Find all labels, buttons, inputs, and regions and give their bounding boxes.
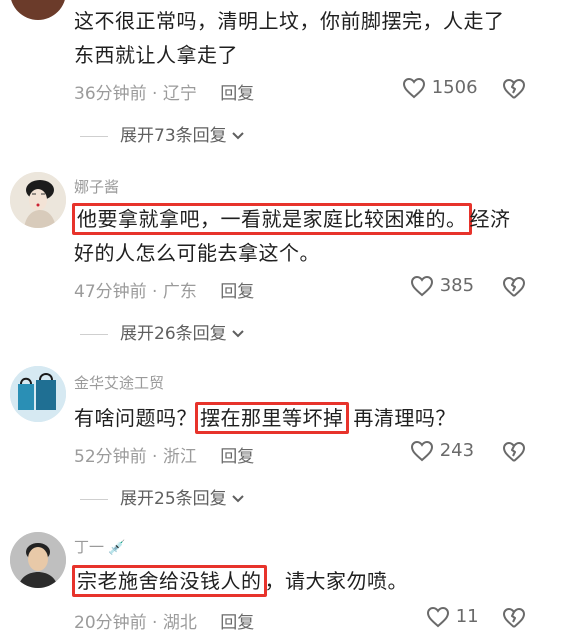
location: 湖北 — [162, 613, 197, 633]
like-button[interactable]: 1506 — [402, 77, 478, 99]
comment-text-line: 东西就让人拿走了 — [74, 43, 238, 67]
timestamp: 36分钟前 — [74, 84, 147, 104]
broken-heart-icon — [503, 79, 525, 99]
heart-icon — [410, 440, 434, 462]
username[interactable]: 娜子酱 — [74, 176, 119, 197]
comment-text-segment: ，请大家勿喷。 — [264, 569, 408, 593]
comment-text-line: 有啥问题吗？ 摆在那里等坏掉 再清理吗？ — [74, 401, 544, 435]
expand-replies-button[interactable]: 展开26条回复 — [80, 319, 245, 344]
avatar-image — [10, 172, 66, 228]
like-count: 1506 — [431, 77, 478, 98]
syringe-icon: 💉 — [108, 540, 126, 556]
broken-heart-icon — [503, 277, 525, 297]
like-button[interactable]: 243 — [410, 440, 474, 462]
separator: · — [152, 447, 158, 467]
comment-text-line: 宗老施舍给没钱人的 ，请大家勿喷。 — [72, 564, 544, 598]
username[interactable]: 金华艾途工贸 — [74, 372, 164, 393]
highlight-box: 宗老施舍给没钱人的 — [72, 565, 267, 597]
reply-button[interactable]: 回复 — [220, 79, 254, 104]
avatar[interactable] — [10, 0, 66, 20]
timestamp: 52分钟前 — [74, 447, 147, 467]
comment-text-segment: 有啥问题吗？ — [74, 406, 197, 430]
highlight-box: 摆在那里等坏掉 — [195, 402, 349, 434]
avatar-image — [10, 532, 66, 588]
comment-text: 宗老施舍给没钱人的 ，请大家勿喷。 — [72, 564, 544, 598]
comment-text-segment: 经济 — [469, 207, 511, 231]
reply-button[interactable]: 回复 — [220, 277, 254, 302]
dislike-button[interactable] — [501, 606, 527, 634]
like-count: 243 — [439, 440, 475, 461]
highlight-box: 他要拿就拿吧，一看就是家庭比较困难的。 — [72, 203, 472, 235]
comment-text: 他要拿就拿吧，一看就是家庭比较困难的。 经济 好的人怎么可能去拿这个。 — [72, 202, 544, 270]
reply-button[interactable]: 回复 — [220, 608, 254, 633]
timestamp: 20分钟前 — [74, 613, 147, 633]
like-button[interactable]: 385 — [410, 275, 474, 297]
chevron-down-icon — [231, 330, 244, 338]
dislike-button[interactable] — [501, 275, 527, 303]
username-text: 丁一 — [74, 538, 105, 556]
comment-meta: 47分钟前 · 广东 回复 — [74, 277, 254, 302]
location: 广东 — [162, 282, 197, 302]
chevron-down-icon — [231, 495, 244, 503]
comment-text-line: 好的人怎么可能去拿这个。 — [74, 241, 320, 265]
comment-text-line: 他要拿就拿吧，一看就是家庭比较困难的。 经济 — [72, 202, 544, 236]
like-count: 385 — [439, 275, 475, 296]
location: 浙江 — [162, 447, 197, 467]
heart-icon — [426, 606, 450, 628]
location: 辽宁 — [162, 84, 197, 104]
heart-icon — [410, 275, 434, 297]
comment-text-line: 这不很正常吗，清明上坟，你前脚摆完，人走了 — [74, 9, 505, 33]
like-count: 11 — [455, 606, 479, 627]
comment-text: 有啥问题吗？ 摆在那里等坏掉 再清理吗？ — [74, 401, 544, 435]
expand-replies-label: 展开73条回复 — [120, 126, 227, 146]
comment-meta: 52分钟前 · 浙江 回复 — [74, 442, 254, 467]
separator: · — [152, 84, 158, 104]
comment-text: 这不很正常吗，清明上坟，你前脚摆完，人走了 东西就让人拿走了 — [74, 4, 544, 72]
avatar[interactable] — [10, 172, 66, 228]
divider — [80, 135, 108, 137]
like-button[interactable]: 11 — [426, 606, 479, 628]
comment-meta: 36分钟前 · 辽宁 回复 — [74, 79, 254, 104]
comment-meta: 20分钟前 · 湖北 回复 — [74, 608, 254, 633]
expand-replies-label: 展开25条回复 — [120, 489, 227, 509]
separator: · — [152, 613, 158, 633]
dislike-button[interactable] — [501, 440, 527, 468]
broken-heart-icon — [503, 442, 525, 462]
expand-replies-label: 展开26条回复 — [120, 324, 227, 344]
divider — [80, 498, 108, 500]
username[interactable]: 丁一 💉 — [74, 536, 125, 557]
avatar[interactable] — [10, 532, 66, 588]
expand-replies-button[interactable]: 展开73条回复 — [80, 121, 245, 146]
avatar-image — [10, 366, 66, 422]
divider — [80, 333, 108, 335]
expand-replies-button[interactable]: 展开25条回复 — [80, 484, 245, 509]
comment-text-segment: 再清理吗？ — [353, 406, 456, 430]
avatar[interactable] — [10, 366, 66, 422]
chevron-down-icon — [231, 132, 244, 140]
heart-icon — [402, 77, 426, 99]
broken-heart-icon — [503, 608, 525, 628]
reply-button[interactable]: 回复 — [220, 442, 254, 467]
dislike-button[interactable] — [501, 77, 527, 105]
separator: · — [152, 282, 158, 302]
timestamp: 47分钟前 — [74, 282, 147, 302]
